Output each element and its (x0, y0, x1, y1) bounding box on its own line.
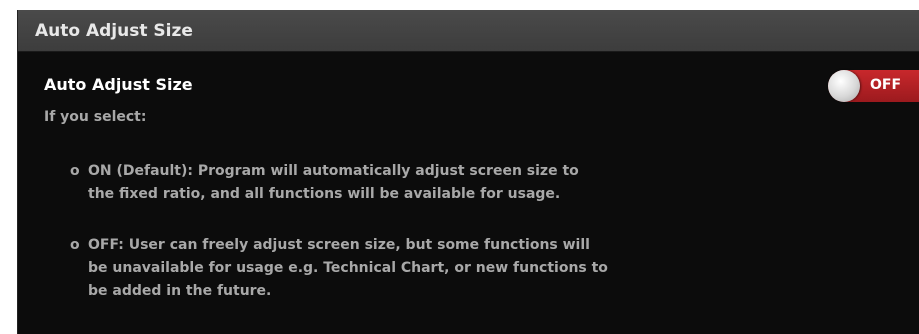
auto-adjust-size-label: Auto Adjust Size (44, 75, 193, 94)
page-frame: Auto Adjust Size Auto Adjust Size OFF If… (0, 0, 919, 334)
option-line: the fixed ratio, and all functions will … (88, 186, 561, 202)
settings-panel: Auto Adjust Size Auto Adjust Size OFF If… (17, 10, 919, 334)
option-line: ON (Default): Program will automatically… (88, 163, 579, 179)
option-off-description: o OFF: User can freely adjust screen siz… (70, 234, 608, 303)
option-line: be added in the future. (88, 283, 272, 299)
option-line: OFF: User can freely adjust screen size,… (88, 237, 590, 253)
bullet-marker: o (70, 163, 80, 179)
auto-adjust-size-toggle[interactable]: OFF (828, 70, 919, 102)
intro-text: If you select: (44, 109, 147, 125)
panel-header: Auto Adjust Size (18, 10, 919, 52)
toggle-state-text: OFF (870, 77, 902, 93)
option-line: be unavailable for usage e.g. Technical … (88, 260, 608, 276)
bullet-marker: o (70, 237, 80, 253)
panel-title: Auto Adjust Size (35, 21, 193, 41)
option-on-description: o ON (Default): Program will automatical… (70, 160, 579, 206)
toggle-knob (828, 70, 860, 102)
